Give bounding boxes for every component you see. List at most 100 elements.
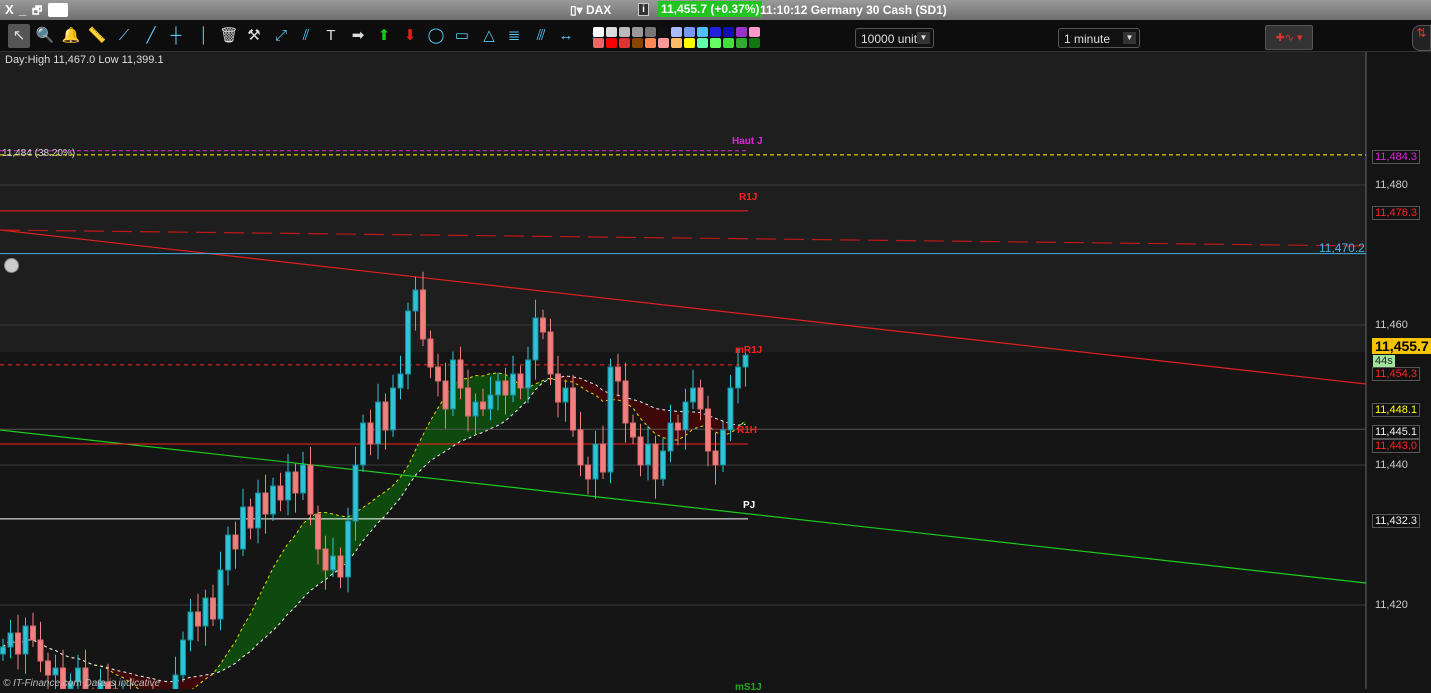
candle-body <box>337 555 344 578</box>
candle-body <box>262 492 269 515</box>
ma-band-fill <box>288 535 296 614</box>
ruler-tool-icon[interactable]: 📏 <box>86 24 108 48</box>
candle-body <box>217 569 224 620</box>
measure-tool-icon[interactable]: ↔ <box>555 24 577 48</box>
last-price-label: 11,455.7 <box>1372 338 1431 354</box>
color-swatch[interactable] <box>619 27 630 37</box>
fibonacci-tool-icon[interactable]: ≣ <box>503 24 525 48</box>
color-swatch[interactable] <box>645 38 656 48</box>
color-swatch[interactable] <box>697 38 708 48</box>
line-tool-icon[interactable]: ╱ <box>140 24 162 48</box>
color-swatch[interactable] <box>593 27 604 37</box>
info-icon[interactable]: i <box>638 3 649 16</box>
candle-body <box>652 443 659 480</box>
pointer-tool-icon[interactable]: ↖ <box>8 24 30 48</box>
candle-body <box>645 443 651 466</box>
up-arrow-tool-icon[interactable]: ⬆ <box>373 24 395 48</box>
pane-settings-icon[interactable] <box>4 258 19 273</box>
candle-body <box>472 401 479 417</box>
candle-body <box>532 317 539 361</box>
color-swatch[interactable] <box>658 38 669 48</box>
price-chart[interactable] <box>0 52 1431 689</box>
candle-body <box>577 429 584 466</box>
zoom-tool-icon[interactable]: 🔍 <box>34 24 56 48</box>
side-panel-toggle[interactable]: ⇅ <box>1412 25 1431 51</box>
down-arrow-tool-icon[interactable]: ⬇ <box>399 24 421 48</box>
y-tick-label: 11,480 <box>1375 179 1408 191</box>
candle-body <box>22 625 29 655</box>
color-swatch[interactable] <box>671 38 682 48</box>
indicators-button[interactable]: ✚∿ ▾ <box>1265 25 1313 50</box>
candle-body <box>322 548 329 571</box>
color-swatch[interactable] <box>619 38 630 48</box>
color-swatch[interactable] <box>645 27 656 37</box>
candle-body <box>375 401 381 445</box>
candle-body <box>450 359 456 410</box>
candle-body <box>277 485 284 501</box>
color-swatch[interactable] <box>697 27 708 37</box>
close-button[interactable]: X <box>5 2 14 17</box>
properties-tool-icon[interactable]: ⚒ <box>243 24 265 48</box>
trash-tool-icon[interactable]: 🗑 <box>218 24 240 48</box>
candle-body <box>690 387 696 403</box>
countdown-label: 44s <box>1373 355 1395 367</box>
candle-body <box>667 422 674 452</box>
symbol-selector[interactable]: ▯▾ DAX <box>570 3 611 17</box>
chevron-down-icon: ▼ <box>917 32 930 44</box>
candle-body <box>240 506 246 550</box>
alert-tool-icon[interactable]: 🔔 <box>60 24 82 48</box>
indicator-chart-icon: ✚∿ ▾ <box>1275 32 1303 44</box>
vertical-line-tool-icon[interactable]: │ <box>193 24 215 48</box>
color-swatch[interactable] <box>710 38 721 48</box>
color-swatch[interactable] <box>658 27 669 37</box>
channel-tool-icon[interactable]: ⫻ <box>530 24 552 48</box>
scale-tool-icon[interactable]: ⤢ <box>270 24 292 48</box>
text-tool-icon[interactable]: T <box>320 24 342 48</box>
keyboard-icon[interactable] <box>48 3 68 17</box>
color-swatch[interactable] <box>606 38 617 48</box>
candle-body <box>360 422 366 466</box>
candle-body <box>172 674 179 689</box>
quantity-dropdown[interactable]: 10000 units ▼ <box>855 28 934 48</box>
candlestick-icon: ▯▾ <box>570 3 586 17</box>
level-label: R1J <box>739 192 758 203</box>
minimize-button[interactable]: _ <box>19 2 26 17</box>
color-swatch[interactable] <box>684 27 695 37</box>
color-swatch[interactable] <box>723 38 734 48</box>
candle-body <box>307 464 314 515</box>
color-swatch[interactable] <box>749 38 760 48</box>
candle-body <box>195 611 201 627</box>
candle-body <box>52 667 59 676</box>
chevron-down-icon: ▼ <box>1123 32 1136 44</box>
timeframe-dropdown[interactable]: 1 minute ▼ <box>1058 28 1140 48</box>
candle-body <box>585 464 591 480</box>
arrow-tool-icon[interactable]: ➡ <box>347 24 369 48</box>
color-swatch[interactable] <box>671 27 682 37</box>
color-swatch[interactable] <box>593 38 604 48</box>
horizontal-line-tool-icon[interactable]: ┼ <box>165 24 187 48</box>
color-swatch[interactable] <box>736 38 747 48</box>
color-swatch[interactable] <box>632 27 643 37</box>
segment-tool-icon[interactable]: ⟋ <box>113 24 135 48</box>
parallel-tool-icon[interactable]: ⫽ <box>295 24 317 48</box>
restore-button[interactable]: 🗗 <box>32 2 42 21</box>
color-swatch[interactable] <box>632 38 643 48</box>
color-swatch[interactable] <box>723 27 734 37</box>
rectangle-tool-icon[interactable]: ▭ <box>451 24 473 48</box>
candle-body <box>615 366 621 382</box>
color-swatch[interactable] <box>736 27 747 37</box>
triangle-tool-icon[interactable]: △ <box>478 24 500 48</box>
candle-body <box>300 464 306 494</box>
candle-body <box>382 401 389 431</box>
color-swatch[interactable] <box>684 38 695 48</box>
color-swatch[interactable] <box>710 27 721 37</box>
color-swatch[interactable] <box>749 27 760 37</box>
candle-body <box>547 331 554 375</box>
candle-body <box>292 471 299 494</box>
candle-body <box>210 597 216 620</box>
ma-band-fill <box>655 408 663 438</box>
color-swatch[interactable] <box>606 27 617 37</box>
candle-body <box>15 632 21 655</box>
ellipse-tool-icon[interactable]: ◯ <box>425 24 447 48</box>
level-label: PJ <box>743 500 756 511</box>
